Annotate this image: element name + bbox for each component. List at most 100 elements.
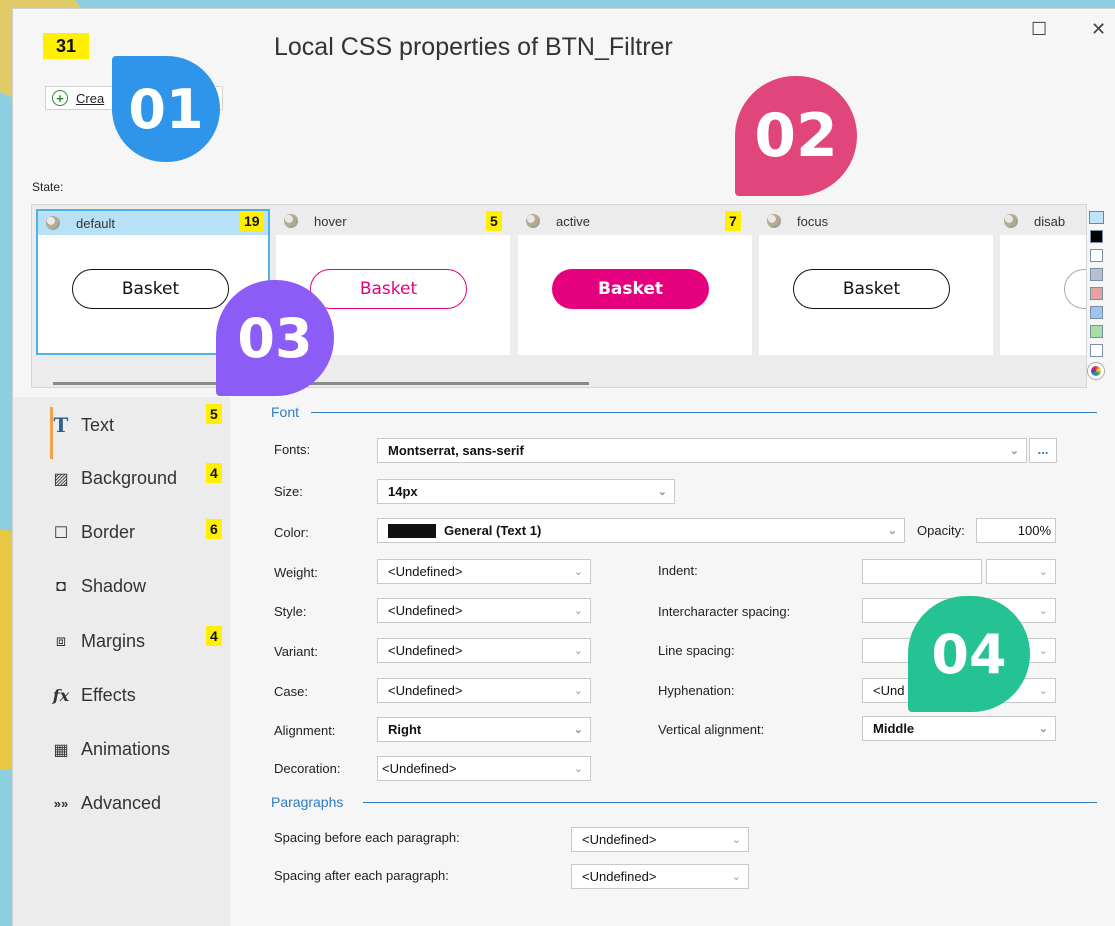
chevron-down-icon: ⌄	[657, 486, 667, 498]
sidebar-item-effects[interactable]: fx Effects	[51, 685, 136, 706]
weight-label: Weight:	[274, 565, 318, 580]
hyphenation-value: <Und	[873, 683, 905, 698]
palette-icon	[46, 216, 60, 230]
spacing-before-label: Spacing before each paragraph:	[274, 830, 460, 845]
spacing-after-select[interactable]: <Undefined> ⌄	[571, 864, 749, 889]
state-card-active[interactable]: active Basket	[518, 209, 752, 355]
swatch-selected[interactable]	[1088, 211, 1104, 224]
vertical-alignment-select[interactable]: Middle ⌄	[862, 716, 1056, 741]
color-value: General (Text 1)	[444, 523, 542, 538]
opacity-input[interactable]: 100%	[976, 518, 1056, 543]
sidebar-item-label: Border	[81, 522, 136, 542]
sidebar-item-shadow[interactable]: ◘ Shadow	[51, 576, 146, 597]
size-label: Size:	[274, 484, 303, 499]
states-scrollbar[interactable]	[53, 382, 589, 385]
swatch-white[interactable]	[1089, 249, 1103, 262]
background-count-badge: 4	[206, 463, 222, 483]
sidebar-item-background[interactable]: ▨ Background	[51, 468, 177, 489]
spacing-before-select[interactable]: <Undefined> ⌄	[571, 827, 749, 852]
chevron-down-icon: ⌄	[573, 566, 583, 578]
advanced-icon: »»	[53, 796, 69, 811]
window-title: Local CSS properties of BTN_Filtrer	[274, 33, 673, 61]
fonts-select[interactable]: Montserrat, sans-serif ⌄	[377, 438, 1027, 463]
style-value: <Undefined>	[388, 603, 463, 618]
state-name: active	[556, 213, 590, 229]
chevron-down-icon: ⌄	[1038, 723, 1048, 735]
preview-button-focus: Basket	[793, 269, 950, 309]
size-value: 14px	[388, 484, 418, 499]
states-panel: default Basket 19 hover Basket 5 active …	[31, 204, 1087, 388]
case-select[interactable]: <Undefined> ⌄	[377, 678, 591, 703]
decoration-value: <Undefined>	[382, 761, 457, 776]
state-name: hover	[314, 213, 347, 229]
chevron-down-icon: ⌄	[573, 724, 583, 736]
state-card-focus[interactable]: focus Basket	[759, 209, 993, 355]
weight-value: <Undefined>	[388, 564, 463, 579]
chevron-down-icon: ⌄	[887, 525, 897, 537]
preview-button-default: Basket	[72, 269, 229, 309]
swatch-white-2[interactable]	[1089, 344, 1103, 357]
sidebar-item-margins[interactable]: ⧈ Margins	[51, 631, 145, 652]
color-label: Color:	[274, 525, 309, 540]
border-icon: ☐	[53, 524, 69, 542]
font-picker-button[interactable]: ...	[1029, 438, 1057, 463]
state-card-disabled[interactable]: disab	[1000, 209, 1086, 355]
sidebar-item-advanced[interactable]: »» Advanced	[51, 793, 161, 814]
variant-select[interactable]: <Undefined> ⌄	[377, 638, 591, 663]
chevron-down-icon: ⌄	[1009, 445, 1019, 457]
border-count-badge: 6	[206, 519, 222, 539]
palette-icon	[767, 214, 781, 228]
indent-unit-select[interactable]: ⌄	[986, 559, 1056, 584]
spacing-after-value: <Undefined>	[582, 869, 657, 884]
palette-icon	[526, 214, 540, 228]
chevron-down-icon: ⌄	[573, 685, 583, 697]
sidebar-item-animations[interactable]: ▦ Animations	[51, 739, 170, 760]
palette-icon	[284, 214, 298, 228]
spacing-after-label: Spacing after each paragraph:	[274, 868, 449, 883]
indent-label: Indent:	[658, 563, 698, 578]
chevron-down-icon: ⌄	[1038, 645, 1048, 657]
color-wheel-icon[interactable]	[1088, 363, 1104, 379]
default-count-badge: 19	[240, 211, 264, 231]
sidebar-item-label: Effects	[81, 685, 136, 705]
swatch-black[interactable]	[1089, 230, 1103, 243]
sidebar-item-label: Shadow	[81, 576, 147, 596]
indent-input[interactable]	[862, 559, 982, 584]
style-label: Style:	[274, 604, 307, 619]
sidebar-item-label: Advanced	[81, 793, 162, 813]
margins-icon: ⧈	[55, 632, 67, 650]
close-button[interactable]: ✕	[1091, 19, 1106, 40]
sidebar-item-label: Margins	[81, 631, 146, 651]
font-section-divider	[311, 412, 1097, 413]
hover-count-badge: 5	[486, 211, 502, 231]
decoration-select[interactable]: <Undefined> ⌄	[377, 756, 591, 781]
chevron-down-icon: ⌄	[1038, 605, 1048, 617]
size-select[interactable]: 14px ⌄	[377, 479, 675, 504]
hyphenation-label: Hyphenation:	[658, 683, 735, 698]
sidebar-item-text[interactable]: T Text	[51, 413, 114, 437]
style-select[interactable]: <Undefined> ⌄	[377, 598, 591, 623]
maximize-button[interactable]: ☐	[1031, 19, 1047, 40]
chevron-down-icon: ⌄	[573, 645, 583, 657]
fonts-label: Fonts:	[274, 442, 311, 457]
variant-value: <Undefined>	[388, 643, 463, 658]
swatch-green[interactable]	[1089, 325, 1103, 338]
sidebar-item-border[interactable]: ☐ Border	[51, 522, 135, 543]
state-name: disab	[1034, 213, 1066, 229]
swatch-red[interactable]	[1089, 287, 1103, 300]
alignment-select[interactable]: Right ⌄	[377, 717, 591, 742]
top-count-badge: 31	[43, 33, 89, 59]
weight-select[interactable]: <Undefined> ⌄	[377, 559, 591, 584]
margins-count-badge: 4	[206, 626, 222, 646]
shadow-icon: ◘	[56, 577, 66, 595]
chevron-down-icon: ⌄	[731, 834, 741, 846]
swatch-blue[interactable]	[1089, 306, 1103, 319]
case-label: Case:	[274, 684, 308, 699]
opacity-label: Opacity:	[917, 523, 965, 538]
animations-icon: ▦	[53, 741, 69, 759]
swatch-gray[interactable]	[1089, 268, 1103, 281]
vertical-alignment-value: Middle	[873, 721, 915, 736]
sidebar-item-label: Background	[81, 468, 178, 488]
color-select[interactable]: General (Text 1) ⌄	[377, 518, 905, 543]
chevron-down-icon: ⌄	[1038, 685, 1048, 697]
